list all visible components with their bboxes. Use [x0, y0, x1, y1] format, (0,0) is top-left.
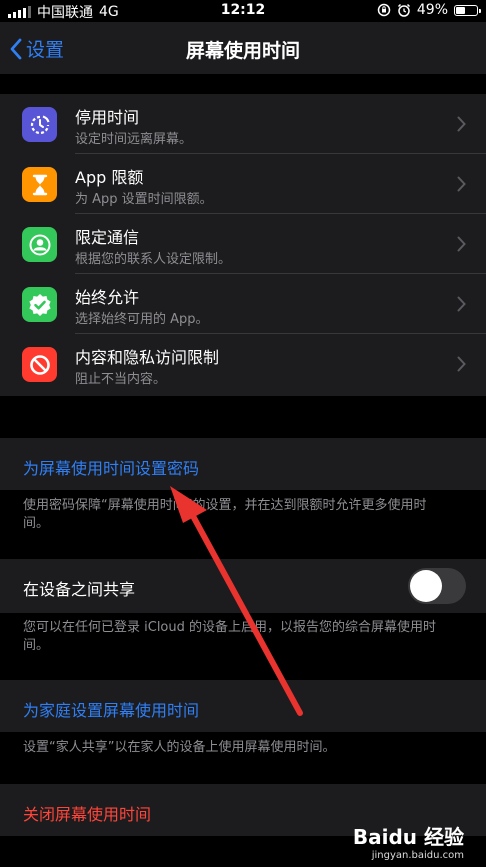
list-item-always-allowed[interactable]: 始终允许 选择始终可用的 App。 [0, 274, 486, 334]
list-item-downtime[interactable]: 停用时间 设定时间远离屏幕。 [0, 94, 486, 154]
share-across-devices-row: 在设备之间共享 [0, 559, 486, 613]
item-subtitle: 设定时间远离屏幕。 [75, 132, 193, 147]
list-item-content-privacy[interactable]: 内容和隐私访问限制 阻止不当内容。 [0, 334, 486, 394]
navigation-bar: 设置 屏幕使用时间 [0, 22, 486, 74]
item-subtitle: 根据您的联系人设定限制。 [75, 252, 232, 267]
share-label: 在设备之间共享 [23, 580, 136, 599]
chevron-right-icon [457, 116, 466, 132]
chevron-right-icon [457, 236, 466, 252]
set-passcode-button[interactable]: 为屏幕使用时间设置密码 [0, 438, 486, 490]
downtime-icon [22, 107, 57, 142]
status-bar: 中国联通 4G 12:12 49% [0, 0, 486, 22]
family-setup-label: 为家庭设置屏幕使用时间 [23, 701, 200, 720]
checkmark-badge-icon [22, 287, 57, 322]
hourglass-icon [22, 167, 57, 202]
item-title: App 限额 [75, 168, 144, 187]
battery-icon [454, 4, 481, 16]
alarm-icon [397, 3, 410, 17]
item-subtitle: 阻止不当内容。 [75, 372, 167, 387]
battery-percent: 49% [416, 2, 448, 18]
contact-icon [22, 227, 57, 262]
share-footer: 您可以在任何已登录 iCloud 的设备上启用，以报告您的综合屏幕使用时间。 [23, 620, 437, 653]
family-setup-button[interactable]: 为家庭设置屏幕使用时间 [0, 680, 486, 732]
chevron-right-icon [457, 356, 466, 372]
item-subtitle: 选择始终可用的 App。 [75, 312, 209, 327]
chevron-right-icon [457, 296, 466, 312]
item-title: 停用时间 [75, 108, 140, 127]
item-subtitle: 为 App 设置时间限额。 [75, 192, 213, 207]
page-title: 屏幕使用时间 [185, 40, 300, 62]
turn-off-label: 关闭屏幕使用时间 [23, 805, 152, 824]
baidu-watermark: Baidu 经验 jingyan.baidu.com [353, 821, 464, 861]
chevron-right-icon [457, 176, 466, 192]
list-item-communication-limits[interactable]: 限定通信 根据您的联系人设定限制。 [0, 214, 486, 274]
item-title: 内容和隐私访问限制 [75, 348, 220, 367]
list-item-app-limits[interactable]: App 限额 为 App 设置时间限额。 [0, 154, 486, 214]
watermark-logo: Baidu 经验 [352, 825, 464, 849]
set-passcode-label: 为屏幕使用时间设置密码 [23, 459, 200, 478]
feature-list: 停用时间 设定时间远离屏幕。 App 限额 为 App 设置时间限额。 限定通信… [0, 94, 486, 396]
passcode-footer: 使用密码保障“屏幕使用时间”的设置，并在达到限额时允许更多使用时间。 [23, 498, 427, 531]
share-toggle[interactable] [408, 568, 466, 604]
watermark-url: jingyan.baidu.com [371, 850, 464, 861]
family-footer: 设置“家人共享”以在家人的设备上使用屏幕使用时间。 [23, 740, 336, 755]
item-title: 始终允许 [75, 288, 140, 307]
toggle-knob [410, 570, 442, 602]
restriction-icon [22, 347, 57, 382]
rotation-lock-icon [377, 3, 391, 17]
item-title: 限定通信 [75, 228, 140, 247]
